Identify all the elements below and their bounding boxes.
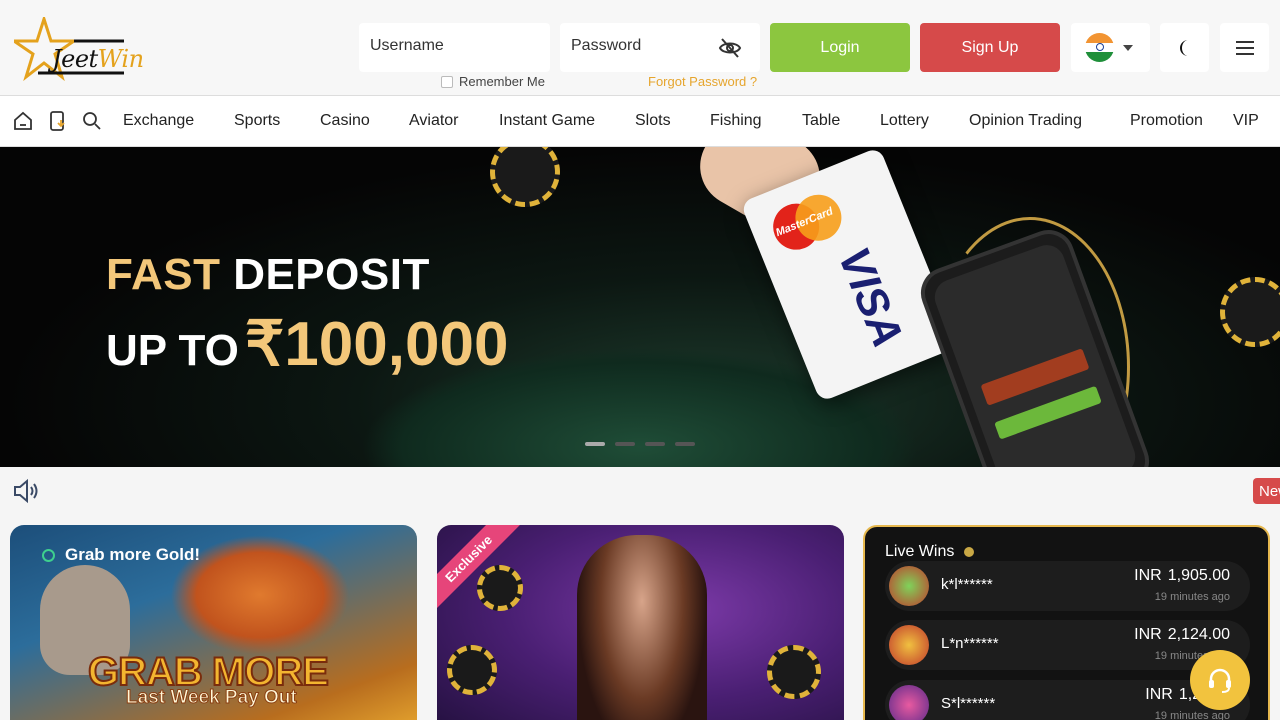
live-indicator-icon	[964, 547, 975, 557]
language-selector[interactable]	[1071, 23, 1150, 72]
remember-checkbox[interactable]	[441, 75, 453, 88]
win-amount: INR 2,124.00	[1134, 626, 1230, 643]
signup-button[interactable]: Sign Up	[920, 23, 1060, 72]
customer-support-button[interactable]	[1190, 650, 1250, 710]
banner-headline: FAST DEPOSIT	[106, 250, 430, 299]
main-nav: Exchange Sports Casino Aviator Instant G…	[0, 95, 1280, 147]
hero-banner[interactable]: FAST DEPOSIT UP TO ₹100,000 MasterCard VI…	[0, 147, 1280, 467]
win-amount: INR 1,905.00	[1134, 567, 1230, 584]
nav-aviator[interactable]: Aviator	[409, 112, 459, 130]
win-user: S*l******	[941, 695, 996, 712]
password-field[interactable]	[560, 23, 760, 72]
model-graphic	[577, 535, 707, 720]
casino-chip-graphic	[447, 645, 497, 695]
carousel-dot[interactable]	[585, 442, 605, 446]
chevron-down-icon	[1123, 45, 1133, 51]
theme-toggle-button[interactable]	[1160, 23, 1209, 72]
home-icon[interactable]	[12, 110, 34, 132]
game-thumbnail	[889, 685, 929, 720]
nav-slots[interactable]: Slots	[635, 112, 671, 130]
username-field[interactable]	[359, 23, 550, 72]
live-wins-header: Live Wins	[885, 543, 975, 561]
nav-opinion-trading[interactable]: Opinion Trading	[969, 112, 1082, 130]
menu-button[interactable]	[1220, 23, 1269, 72]
nav-lottery[interactable]: Lottery	[880, 112, 929, 130]
password-input[interactable]	[571, 37, 711, 55]
game-thumbnail	[889, 566, 929, 606]
logo-text: JeetWin	[52, 45, 144, 73]
win-user: L*n******	[941, 635, 999, 652]
casino-chip-graphic	[477, 565, 523, 611]
carousel-dot[interactable]	[615, 442, 635, 446]
header: JeetWin Remember Me Forgot Password ? Lo…	[0, 0, 1280, 95]
promo-icon	[42, 548, 55, 562]
banner-subheadline: UP TO ₹100,000	[106, 310, 509, 379]
promo-title: Grab more Gold!	[65, 545, 201, 564]
carousel-dots	[585, 442, 695, 446]
new-badge[interactable]: New	[1253, 478, 1280, 504]
win-user: k*l******	[941, 576, 993, 593]
remember-label: Remember Me	[459, 74, 545, 89]
nav-promotion[interactable]: Promotion	[1130, 112, 1203, 130]
promo-card-grab-gold[interactable]: Grab more Gold! GRAB MORE Last Week Pay …	[10, 525, 417, 720]
search-icon[interactable]	[81, 110, 103, 132]
promo-subline: Last Week Pay Out	[126, 687, 298, 709]
win-time: 19 minutes ago	[1154, 591, 1230, 603]
win-row: k*l****** INR 1,905.00 19 minutes ago	[885, 561, 1250, 611]
promo-header: Grab more Gold!	[42, 545, 200, 565]
login-button[interactable]: Login	[770, 23, 910, 72]
india-flag-icon	[1085, 33, 1114, 62]
carousel-dot[interactable]	[645, 442, 665, 446]
download-app-icon[interactable]	[47, 110, 69, 132]
nav-sports[interactable]: Sports	[234, 112, 280, 130]
eye-off-icon[interactable]	[718, 36, 742, 60]
username-input[interactable]	[370, 37, 510, 55]
nav-instant-game[interactable]: Instant Game	[499, 112, 595, 130]
nav-vip[interactable]: VIP	[1233, 112, 1259, 130]
visa-text: VISA	[828, 240, 913, 355]
nav-table[interactable]: Table	[802, 112, 840, 130]
speaker-icon[interactable]	[12, 478, 40, 504]
nav-casino[interactable]: Casino	[320, 112, 370, 130]
casino-chip-graphic	[1220, 277, 1280, 347]
carousel-dot[interactable]	[675, 442, 695, 446]
headset-icon	[1209, 668, 1231, 693]
nav-exchange[interactable]: Exchange	[123, 112, 194, 130]
promo-card-exclusive[interactable]: Exclusive	[437, 525, 844, 720]
forgot-password-link[interactable]: Forgot Password ?	[648, 74, 757, 89]
casino-chip-graphic	[767, 645, 821, 699]
moon-icon	[1179, 39, 1188, 56]
nav-fishing[interactable]: Fishing	[710, 112, 762, 130]
hamburger-icon	[1235, 40, 1254, 55]
casino-chip-graphic	[490, 147, 560, 207]
live-wins-title: Live Wins	[885, 543, 955, 560]
remember-me[interactable]: Remember Me	[441, 74, 545, 89]
win-time: 19 minutes ago	[1154, 710, 1230, 720]
jeetwin-logo[interactable]: JeetWin	[9, 14, 144, 82]
game-thumbnail	[889, 625, 929, 665]
